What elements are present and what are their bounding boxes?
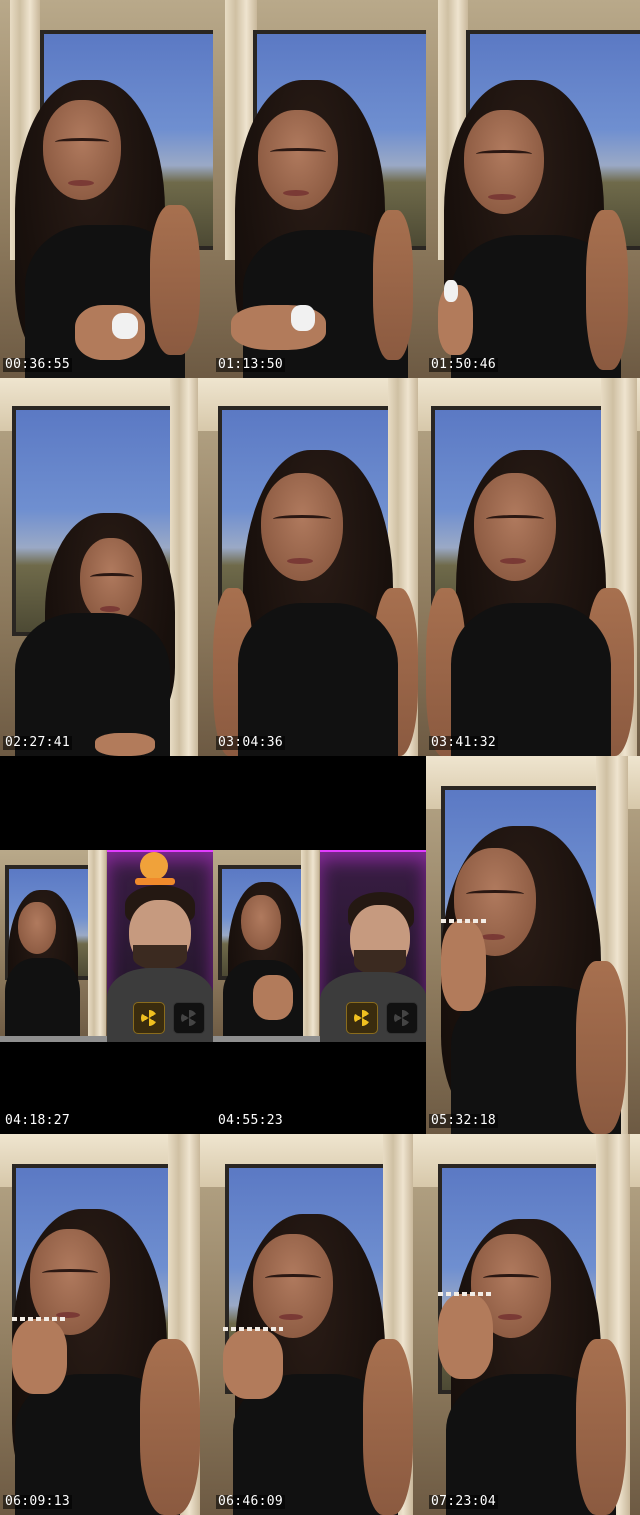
frame-thumbnail[interactable]: 00:36:55 [0, 0, 213, 378]
frame-image [0, 378, 213, 756]
frame-thumbnail[interactable]: 04:55:23 [213, 756, 426, 1134]
frame-image [213, 378, 426, 756]
frame-thumbnail[interactable]: 04:18:27 [0, 756, 213, 1134]
frame-timestamp: 02:27:41 [3, 735, 73, 750]
frame-timestamp: 01:50:46 [429, 357, 499, 372]
frame-thumbnail[interactable]: 02:27:41 [0, 378, 213, 756]
split-left-video [213, 850, 320, 1042]
frame-image [0, 0, 213, 378]
frame-thumbnail[interactable]: 06:46:09 [213, 1134, 426, 1515]
frame-timestamp: 06:46:09 [216, 1494, 286, 1509]
fan-icon [385, 1002, 418, 1034]
split-right-video [106, 850, 213, 1042]
frame-thumbnail[interactable]: 06:09:13 [0, 1134, 213, 1515]
frame-thumbnail[interactable]: 03:04:36 [213, 378, 426, 756]
frame-timestamp: 00:36:55 [3, 357, 73, 372]
frame-timestamp: 04:18:27 [3, 1113, 73, 1128]
frame-thumbnail[interactable]: 07:23:04 [426, 1134, 640, 1515]
frame-timestamp: 04:55:23 [216, 1113, 286, 1128]
split-left-video [0, 850, 107, 1042]
frame-image [426, 756, 640, 1134]
frame-image [0, 850, 213, 1042]
fan-icon [345, 1002, 378, 1034]
frame-thumbnail[interactable]: 01:13:50 [213, 0, 426, 378]
fan-icon [172, 1002, 205, 1034]
frame-image [426, 1134, 640, 1515]
frame-thumbnail[interactable]: 05:32:18 [426, 756, 640, 1134]
frame-image [0, 1134, 213, 1515]
frame-image [213, 0, 426, 378]
frame-image [213, 1134, 426, 1515]
frame-timestamp: 03:04:36 [216, 735, 286, 750]
frame-image [426, 378, 640, 756]
video-contact-sheet: 00:36:55 01:13:50 01:50:46 02:27:41 03:0… [0, 0, 640, 1515]
frame-image [426, 0, 640, 378]
emoji-icon [139, 852, 168, 880]
frame-timestamp: 06:09:13 [3, 1494, 73, 1509]
fan-icon [132, 1002, 165, 1034]
frame-timestamp: 01:13:50 [216, 357, 286, 372]
frame-image [213, 850, 426, 1042]
frame-timestamp: 05:32:18 [429, 1113, 499, 1128]
frame-thumbnail[interactable]: 01:50:46 [426, 0, 640, 378]
frame-thumbnail[interactable]: 03:41:32 [426, 378, 640, 756]
frame-timestamp: 03:41:32 [429, 735, 499, 750]
split-right-video [319, 850, 426, 1042]
frame-timestamp: 07:23:04 [429, 1494, 499, 1509]
